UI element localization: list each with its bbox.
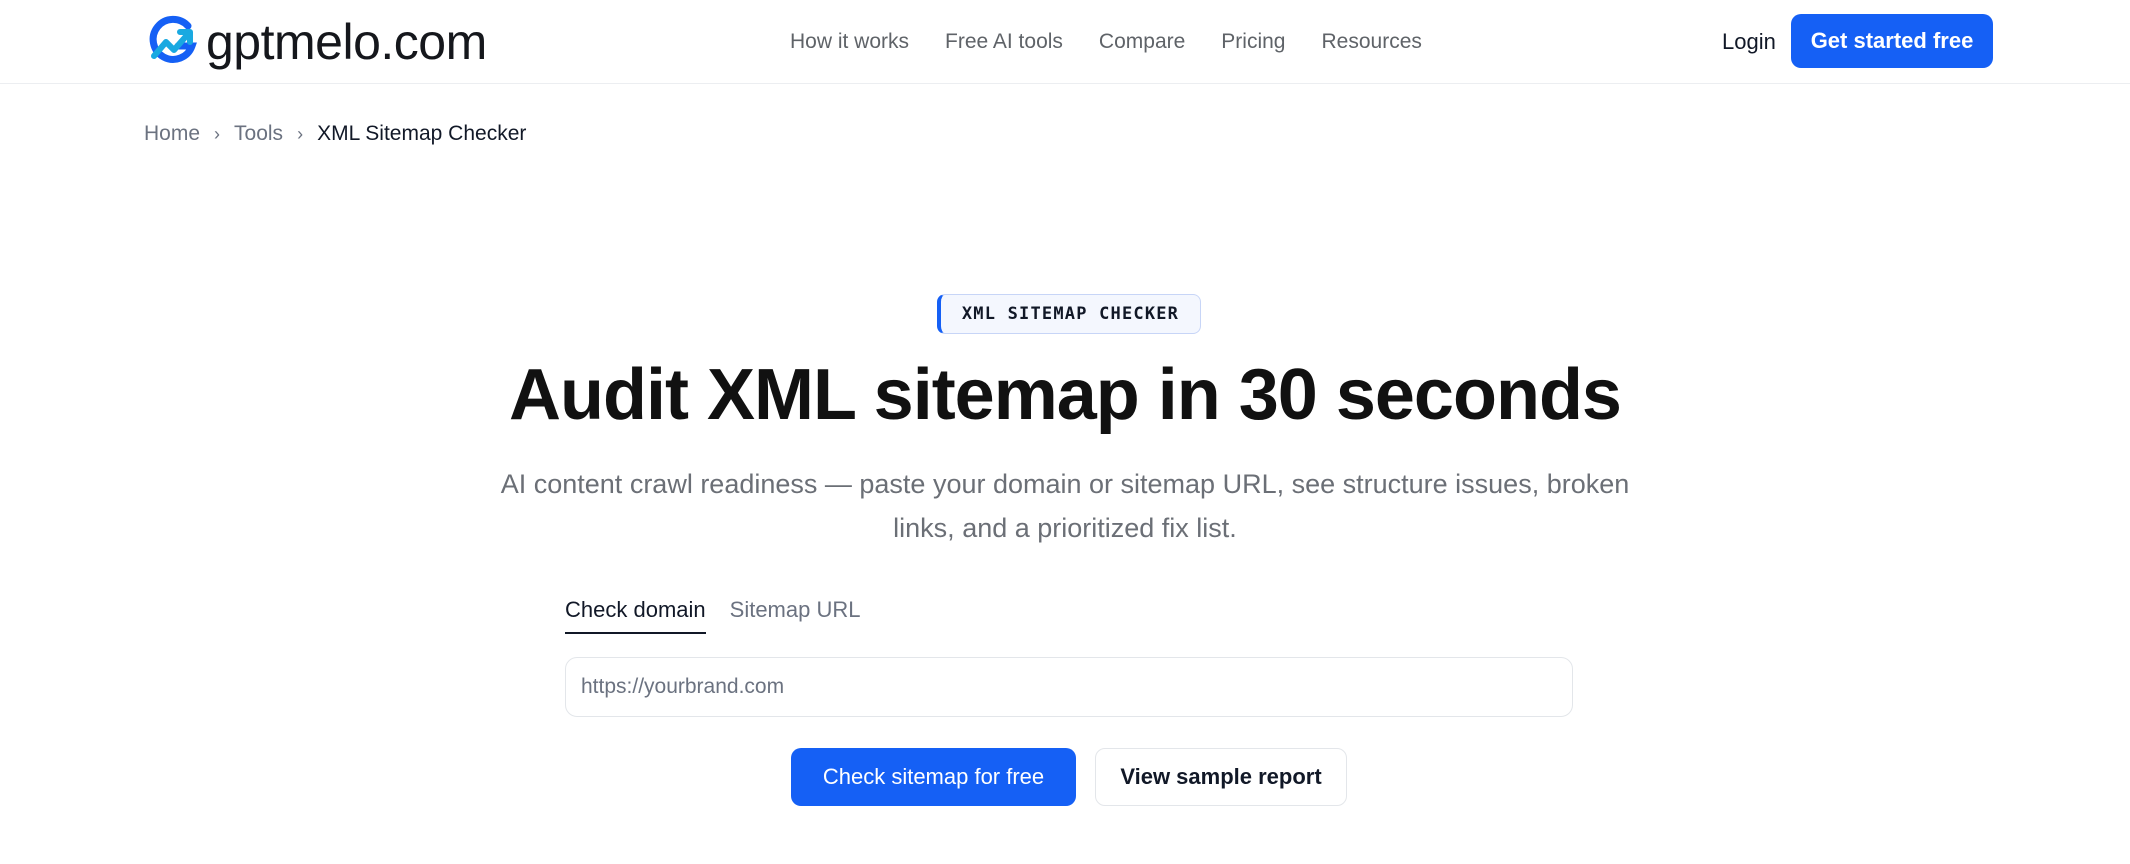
- breadcrumb: Home › Tools › XML Sitemap Checker: [144, 122, 526, 146]
- nav-item-resources[interactable]: Resources: [1322, 28, 1422, 56]
- nav-item-compare[interactable]: Compare: [1099, 28, 1185, 56]
- login-link[interactable]: Login: [1722, 28, 1776, 56]
- tab-sitemap-url[interactable]: Sitemap URL: [730, 596, 861, 634]
- check-sitemap-button[interactable]: Check sitemap for free: [791, 748, 1076, 806]
- input-mode-tabs: Check domain Sitemap URL: [565, 596, 884, 634]
- site-header: gptmelo.com How it works Free AI tools C…: [0, 0, 2130, 84]
- main-nav: How it works Free AI tools Compare Prici…: [790, 28, 1458, 56]
- breadcrumb-current: XML Sitemap Checker: [317, 122, 527, 145]
- hero-badge: XML SITEMAP CHECKER: [937, 294, 1201, 334]
- nav-item-how-it-works[interactable]: How it works: [790, 28, 909, 56]
- domain-input[interactable]: [565, 657, 1573, 717]
- hero-subtitle: AI content crawl readiness — paste your …: [500, 469, 1630, 543]
- breadcrumb-tools[interactable]: Tools: [234, 122, 283, 146]
- nav-item-pricing[interactable]: Pricing: [1221, 28, 1285, 56]
- get-started-button[interactable]: Get started free: [1791, 14, 1993, 68]
- logo-icon: [149, 15, 197, 63]
- nav-item-free-ai-tools[interactable]: Free AI tools: [945, 28, 1063, 56]
- chevron-right-icon: ›: [214, 123, 221, 144]
- page-title: Audit XML sitemap in 30 seconds: [509, 355, 1622, 435]
- breadcrumb-home[interactable]: Home: [144, 122, 200, 146]
- chevron-right-icon: ›: [297, 123, 304, 144]
- logo-text: gptmelo.com: [206, 14, 487, 70]
- tab-check-domain[interactable]: Check domain: [565, 596, 706, 634]
- logo[interactable]: gptmelo.com: [144, 12, 487, 72]
- view-sample-report-button[interactable]: View sample report: [1095, 748, 1347, 806]
